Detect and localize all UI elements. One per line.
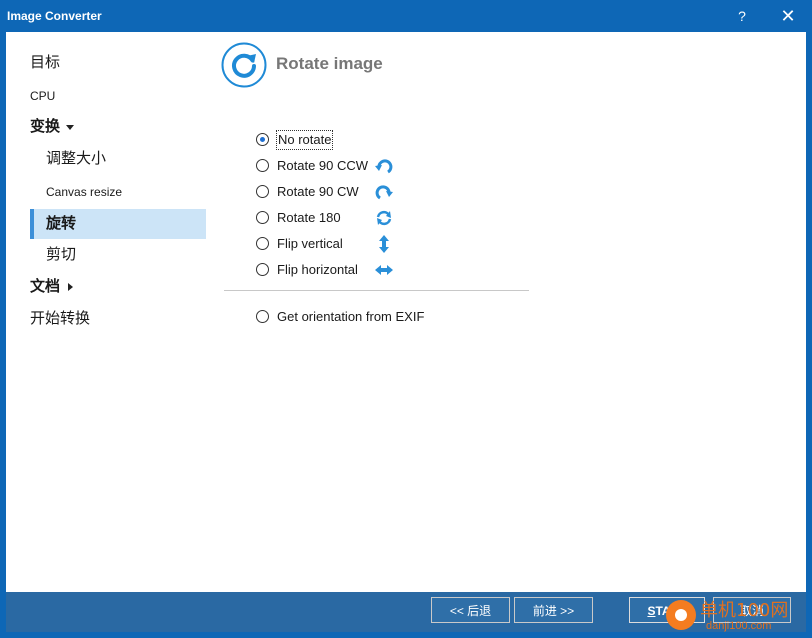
divider [224, 290, 529, 291]
rotate-ccw-icon [375, 159, 393, 174]
chevron-down-icon [66, 124, 75, 130]
rotate-clockwise-icon [221, 42, 267, 88]
option-label: Flip vertical [277, 236, 343, 251]
sidebar-item-rotate[interactable]: 旋转 [30, 209, 206, 239]
flip-vertical-icon [379, 235, 389, 253]
main-panel: Rotate image No rotate Rotate 90 CCW Rot… [206, 32, 806, 592]
sidebar-item-canvas-resize[interactable]: Canvas resize [6, 177, 206, 207]
help-button[interactable]: ? [730, 5, 754, 27]
sidebar-item-label: 剪切 [46, 246, 77, 263]
window-title: Image Converter [7, 9, 102, 23]
radio-button[interactable] [256, 310, 269, 323]
radio-button[interactable] [256, 237, 269, 250]
close-button[interactable]: ✕ [776, 5, 800, 27]
sidebar-item-label: 文档 [30, 278, 61, 295]
sidebar-item-label: 调整大小 [46, 150, 107, 167]
radio-button[interactable] [256, 263, 269, 276]
option-label: Get orientation from EXIF [277, 309, 425, 324]
sidebar-item-label: Canvas resize [46, 185, 123, 199]
option-label: Rotate 90 CW [277, 184, 359, 199]
option-label: No rotate [275, 130, 334, 150]
sidebar-item-resize[interactable]: 调整大小 [6, 144, 206, 174]
radio-button[interactable] [256, 159, 269, 172]
back-button[interactable]: << 后退 [431, 597, 510, 623]
sidebar: 目标 CPU 变换 调整大小 Canvas resize 旋转 剪切 文档 开始… [6, 32, 206, 592]
window-bottom-edge [0, 632, 812, 638]
radio-button[interactable] [256, 211, 269, 224]
sidebar-item-label: 开始转换 [30, 310, 91, 327]
title-bar: Image Converter ? ✕ [0, 0, 812, 32]
cancel-button[interactable]: 取消 [713, 597, 791, 623]
radio-button[interactable] [256, 133, 269, 146]
chevron-right-icon [68, 283, 74, 292]
sidebar-item-label: 旋转 [46, 215, 77, 232]
rotate-180-icon [376, 210, 392, 226]
sidebar-item-transform[interactable]: 变换 [6, 112, 206, 142]
flip-horizontal-icon [375, 265, 393, 275]
next-button[interactable]: 前进 >> [514, 597, 593, 623]
sidebar-item-label: 目标 [30, 54, 61, 71]
start-button[interactable]: START [629, 597, 705, 623]
start-label: TART [655, 604, 687, 618]
footer-bar: << 后退 前进 >> START 取消 [6, 592, 806, 632]
sidebar-item-target[interactable]: 目标 [6, 48, 206, 78]
option-label: Flip horizontal [277, 262, 358, 277]
option-label: Rotate 90 CCW [277, 158, 369, 173]
sidebar-item-crop[interactable]: 剪切 [6, 240, 206, 270]
sidebar-item-document[interactable]: 文档 [6, 272, 206, 302]
sidebar-item-label: CPU [30, 89, 56, 103]
sidebar-item-cpu[interactable]: CPU [6, 81, 206, 111]
rotate-cw-icon [375, 185, 393, 200]
sidebar-item-start-convert[interactable]: 开始转换 [6, 304, 206, 334]
radio-button[interactable] [256, 185, 269, 198]
page-title: Rotate image [276, 54, 383, 73]
sidebar-item-label: 变换 [30, 118, 61, 135]
option-label: Rotate 180 [277, 210, 341, 225]
